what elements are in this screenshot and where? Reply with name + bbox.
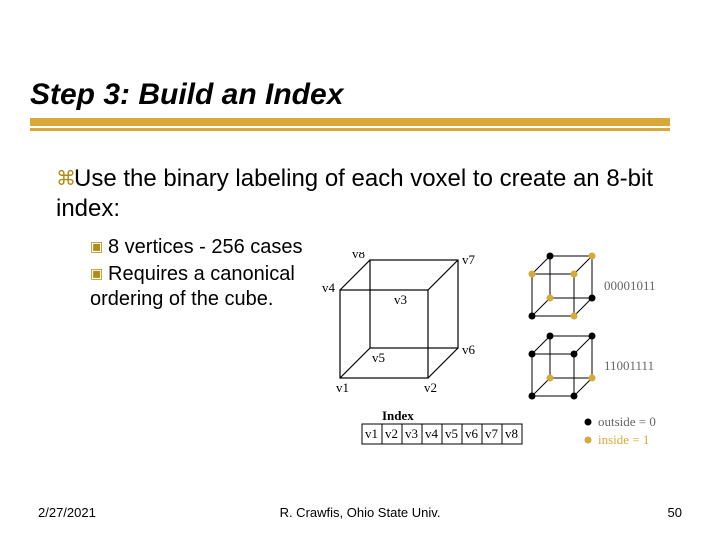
svg-text:v2: v2: [385, 426, 398, 441]
svg-text:v3: v3: [394, 292, 407, 307]
svg-text:v1: v1: [365, 426, 378, 441]
main-bullet: ⌘Use the binary labeling of each voxel t…: [56, 164, 656, 224]
y-bullet-icon: ▣: [90, 265, 108, 283]
svg-text:v5: v5: [372, 350, 385, 365]
title-underline: [30, 118, 670, 126]
svg-text:inside = 1: inside = 1: [598, 432, 649, 447]
svg-text:v4: v4: [425, 426, 439, 441]
index-row: Index v1 v2 v3 v4 v5 v6 v7 v8: [362, 408, 522, 444]
sub2-text: Requires a canonical ordering of the cub…: [90, 263, 295, 310]
legend: outside = 0 inside = 1: [585, 414, 656, 447]
svg-text:v7: v7: [462, 252, 476, 267]
sample-cube-2: 11001111: [529, 333, 655, 400]
svg-text:11001111: 11001111: [604, 358, 654, 373]
svg-text:v4: v4: [322, 280, 336, 295]
sub-bullet-2: ▣Requires a canonical ordering of the cu…: [90, 262, 330, 312]
svg-text:Index: Index: [382, 408, 414, 423]
sub-bullet-1: ▣8 vertices - 256 cases: [90, 236, 303, 259]
slide-title: Step 3: Build an Index: [30, 78, 343, 112]
svg-text:v6: v6: [462, 342, 476, 357]
diagram: v8 v7 v3 v5 v6 v1 v2 v4 00001011: [322, 252, 698, 492]
y-bullet-icon: ▣: [90, 238, 108, 255]
sub1-text: 8 vertices - 256 cases: [108, 236, 303, 258]
footer-author: R. Crawfis, Ohio State Univ.: [0, 505, 720, 520]
svg-text:v7: v7: [485, 426, 499, 441]
svg-text:v5: v5: [445, 426, 458, 441]
sample-cube-1: 00001011: [529, 253, 656, 320]
svg-text:v3: v3: [405, 426, 418, 441]
svg-text:v8: v8: [505, 426, 518, 441]
svg-text:v8: v8: [352, 252, 365, 261]
svg-text:00001011: 00001011: [604, 278, 656, 293]
svg-text:v6: v6: [465, 426, 479, 441]
footer-page: 50: [668, 505, 682, 520]
svg-text:outside = 0: outside = 0: [598, 414, 656, 429]
z-bullet-icon: ⌘: [56, 167, 74, 192]
labeled-cube: v8 v7 v3 v5 v6 v1 v2 v4: [322, 252, 476, 395]
main-bullet-text: Use the binary labeling of each voxel to…: [56, 165, 653, 222]
svg-text:v2: v2: [424, 380, 437, 395]
svg-text:v1: v1: [336, 380, 349, 395]
